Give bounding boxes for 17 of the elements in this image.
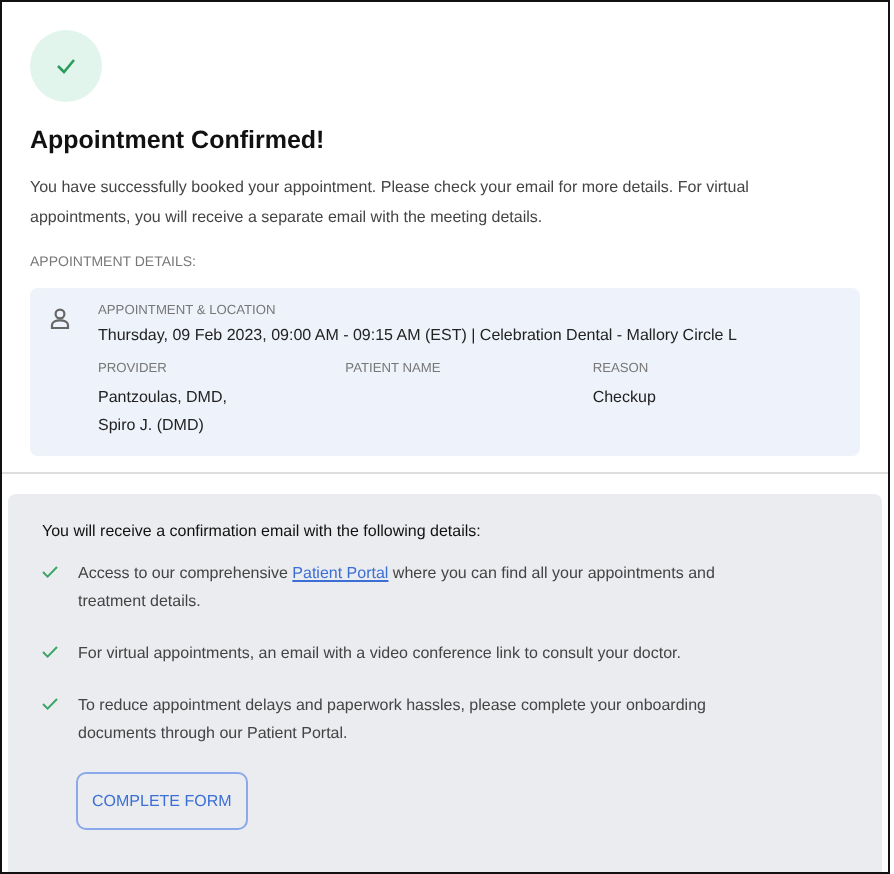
confirmation-title: Appointment Confirmed! bbox=[30, 126, 327, 154]
check-icon bbox=[42, 698, 58, 710]
appointment-value: Thursday, 09 Feb 2023, 09:00 AM - 09:15 AM (EST) | Celebration Dental - Mallory Circle L bbox=[98, 326, 739, 344]
person-icon bbox=[50, 308, 70, 330]
field-value: Spiro J. (DMD) bbox=[98, 414, 206, 438]
confirmation-message: You have successfully booked your appointment. Please check your email for more details. For virtual appointments, you will receive a separate email with the meeting details. bbox=[30, 176, 751, 230]
check-icon bbox=[42, 646, 58, 658]
field-value: Checkup bbox=[592, 386, 658, 410]
field-value: Pantzoulas, DMD, bbox=[98, 386, 229, 410]
email-heading: You will receive a confirmation email with the following details: bbox=[42, 522, 483, 540]
check-icon bbox=[42, 566, 58, 578]
list-item-text: To reduce appointment delays and paperwork hassles, please complete your onboarding documents through our Patient Portal. bbox=[78, 694, 708, 746]
complete-form-button[interactable]: COMPLETE FORM bbox=[76, 772, 248, 830]
patient-portal-link[interactable]: Patient Portal bbox=[292, 564, 389, 582]
list-item-text: For virtual appointments, an email with a video conference link to consult your doctor. bbox=[78, 642, 681, 666]
check-icon bbox=[56, 58, 76, 74]
list-item-text: Access to our comprehensive Patient Portal where you can find all your appointments and treatment details. bbox=[78, 562, 717, 614]
